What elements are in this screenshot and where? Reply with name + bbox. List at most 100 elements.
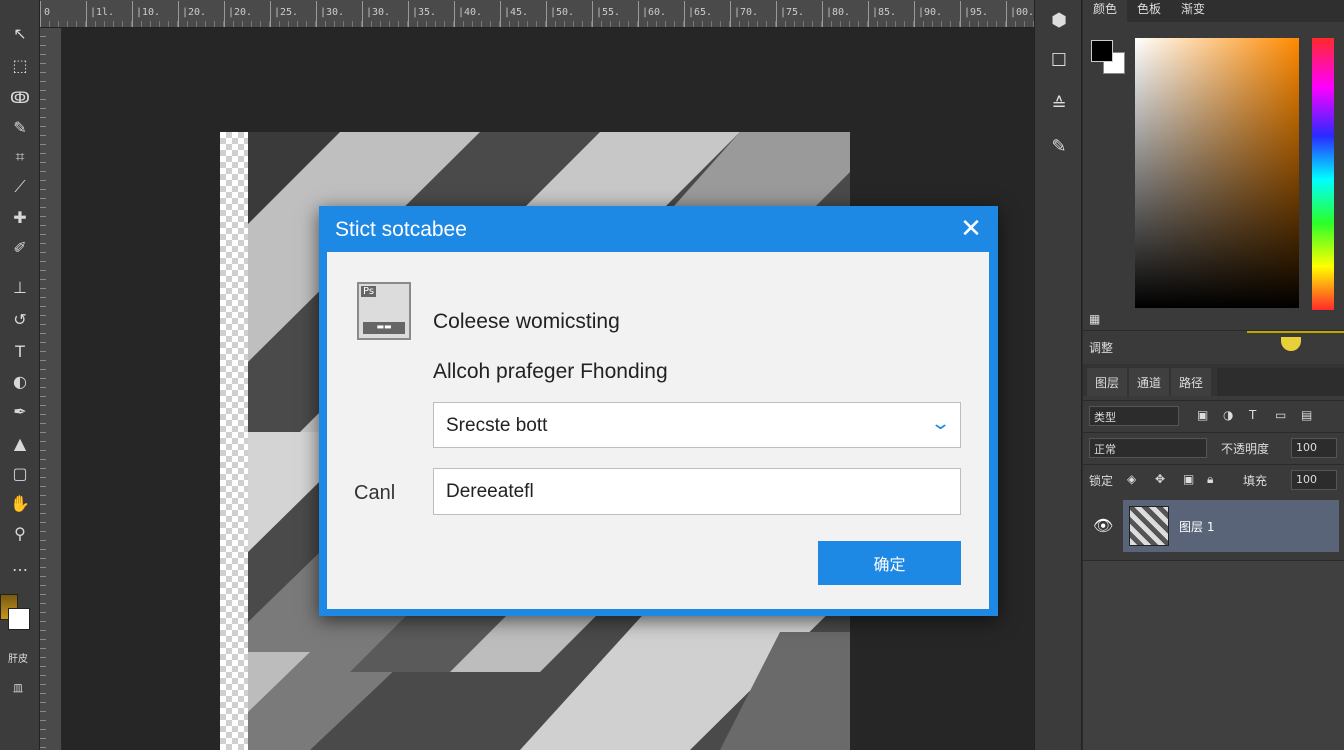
layer-thumbnail	[1129, 506, 1169, 546]
ruler-tick: |70.	[730, 1, 776, 27]
lock-fill-row: 锁定 ◈ ✥ ▣ 🔒︎ 填充 100	[1083, 464, 1344, 494]
tab-swatches[interactable]: 色板	[1127, 0, 1171, 22]
opacity-input[interactable]: 100	[1291, 438, 1337, 458]
pen-tool-icon[interactable]: ✒	[4, 398, 36, 424]
ruler-tick: |45.	[500, 1, 546, 27]
layer-filter-row: 类型 ▣ ◑ T ▭ ▤	[1083, 400, 1344, 430]
color-picker-field[interactable]	[1135, 38, 1299, 308]
right-panels: 颜色 色板 渐变 ▦ 调整 图层 通道 路径 类型 ▣ ◑ T ▭ ▤ 正常 不…	[1083, 0, 1344, 750]
tab-layers[interactable]: 图层	[1087, 368, 1128, 396]
panel-icon-column: ⬢ ☐ ≙ ✎	[1034, 0, 1082, 750]
layer-row[interactable]: 图层 1	[1123, 500, 1339, 552]
paragraph-panel-icon[interactable]: ≙	[1041, 86, 1077, 122]
ruler-tick: |10.	[132, 1, 178, 27]
background-color-swatch[interactable]	[8, 608, 30, 630]
adjust-slider-track	[1247, 331, 1344, 333]
ruler-tick: |1l.	[86, 1, 132, 27]
healing-tool-icon[interactable]: ✚	[4, 204, 36, 230]
option-select-value: Srecste bott	[446, 415, 548, 436]
ruler-tick: |50.	[546, 1, 592, 27]
lock-artboard-icon[interactable]: ▣	[1183, 472, 1194, 486]
adjustments-label: 调整	[1089, 341, 1114, 355]
ruler-tick: |90.	[914, 1, 960, 27]
close-icon[interactable]: ✕	[956, 214, 986, 244]
filter-type-icon[interactable]: T	[1249, 408, 1256, 422]
layer-kind-select[interactable]: 类型	[1089, 406, 1179, 426]
ruler-tick: |75.	[776, 1, 822, 27]
hand-tool-icon[interactable]: ✋	[4, 490, 36, 516]
clone-stamp-tool-icon[interactable]: ⊥	[4, 274, 36, 300]
tab-channels[interactable]: 通道	[1129, 368, 1170, 396]
blend-mode-select[interactable]: 正常	[1089, 438, 1207, 458]
dialog-message-secondary: Allcoh prafeger Fhonding	[433, 360, 668, 383]
history-panel-icon[interactable]: ⬢	[1041, 2, 1077, 38]
layer-visibility-icon[interactable]: 👁︎	[1093, 516, 1113, 535]
zoom-tool-icon[interactable]: ⚲	[4, 520, 36, 546]
path-select-tool-icon[interactable]: ▲	[4, 430, 36, 456]
color-swatches[interactable]	[0, 584, 34, 640]
opacity-label: 不透明度	[1221, 442, 1270, 456]
adjust-slider-knob[interactable]	[1281, 337, 1301, 351]
more-tools-icon[interactable]: …	[4, 552, 36, 578]
ruler-tick: 0	[40, 1, 86, 27]
hue-slider[interactable]	[1312, 38, 1334, 310]
properties-panel-icon[interactable]: ☐	[1041, 42, 1077, 78]
dialog-message-primary: Coleese womicsting	[433, 310, 620, 333]
lock-pixels-icon[interactable]: ◈	[1127, 472, 1136, 486]
photoshop-window: ↖ ⬚ ↂ ✎ ⌗ ⟋ ✚ ✐ ⊥ ↺ T ◐ ✒ ▲ ▢ ✋ ⚲ … 肝皮 皿…	[0, 0, 1344, 750]
type-tool-icon[interactable]: T	[4, 338, 36, 364]
ruler-tick: |80.	[822, 1, 868, 27]
tab-paths[interactable]: 路径	[1171, 368, 1212, 396]
eyedropper-tool-icon[interactable]: ⟋	[4, 174, 36, 200]
crop-tool-icon[interactable]: ⌗	[4, 144, 36, 170]
ruler-tick: |20.	[224, 1, 270, 27]
layer-name[interactable]: 图层 1	[1179, 518, 1214, 535]
brush-settings-panel-icon[interactable]: ✎	[1041, 128, 1077, 164]
ruler-tick: |30.	[362, 1, 408, 27]
fill-label: 填充	[1243, 474, 1268, 488]
option-select[interactable]: Srecste bott ⌄	[433, 402, 961, 448]
ruler-tick: |25.	[270, 1, 316, 27]
move-tool-icon[interactable]: ↖	[4, 20, 36, 46]
chevron-down-icon[interactable]: ⌄	[930, 413, 951, 434]
eraser-tool-icon[interactable]: ◐	[4, 368, 36, 394]
quick-select-tool-icon[interactable]: ✎	[4, 114, 36, 140]
tab-gradients[interactable]: 渐变	[1171, 0, 1215, 22]
ok-button[interactable]: 确定	[818, 541, 961, 585]
dialog-body: Ps ▬▬ Coleese womicsting Allcoh prafeger…	[327, 252, 989, 609]
color-panel-menu-icon[interactable]: ▦	[1089, 312, 1100, 326]
filter-smart-icon[interactable]: ▤	[1301, 408, 1312, 422]
ruler-tick: |30.	[316, 1, 362, 27]
history-brush-tool-icon[interactable]: ↺	[4, 306, 36, 332]
modal-dialog: Stict sotcabee ✕ Ps ▬▬ Coleese womicstin…	[319, 206, 998, 616]
brush-tool-icon[interactable]: ✐	[4, 234, 36, 260]
blend-mode-row: 正常 不透明度 100	[1083, 432, 1344, 462]
color-panel-tabs: 颜色 色板 渐变	[1083, 0, 1344, 22]
filter-adjust-icon[interactable]: ◑	[1223, 408, 1233, 422]
ruler-tick: |00.	[1006, 1, 1034, 27]
document-icon-bar: ▬▬	[363, 322, 405, 334]
adjustments-row: 调整	[1083, 330, 1344, 360]
name-field[interactable]	[433, 468, 961, 515]
ruler-tick: |95.	[960, 1, 1006, 27]
document-icon: Ps ▬▬	[357, 282, 411, 340]
fill-input[interactable]: 100	[1291, 470, 1337, 490]
ruler-tick: |60.	[638, 1, 684, 27]
marquee-tool-icon[interactable]: ⬚	[4, 52, 36, 78]
ruler-tick: |40.	[454, 1, 500, 27]
filter-shape-icon[interactable]: ▭	[1275, 408, 1286, 422]
filter-pixel-icon[interactable]: ▣	[1197, 408, 1208, 422]
shape-tool-icon[interactable]: ▢	[4, 460, 36, 486]
dialog-title: Stict sotcabee	[335, 218, 467, 241]
lasso-tool-icon[interactable]: ↂ	[4, 84, 36, 110]
ruler-tick: |20.	[178, 1, 224, 27]
panel-foreground-swatch[interactable]	[1091, 40, 1113, 62]
ruler-tick: |85.	[868, 1, 914, 27]
quick-mask-label[interactable]: 肝皮	[2, 650, 34, 665]
ruler-tick: |35.	[408, 1, 454, 27]
lock-all-icon[interactable]: 🔒︎	[1207, 472, 1213, 487]
lock-position-icon[interactable]: ✥	[1155, 472, 1165, 486]
screen-mode-icon[interactable]: 皿	[2, 680, 34, 695]
tab-color[interactable]: 颜色	[1083, 0, 1128, 22]
tools-panel: ↖ ⬚ ↂ ✎ ⌗ ⟋ ✚ ✐ ⊥ ↺ T ◐ ✒ ▲ ▢ ✋ ⚲ … 肝皮 皿	[0, 0, 40, 750]
